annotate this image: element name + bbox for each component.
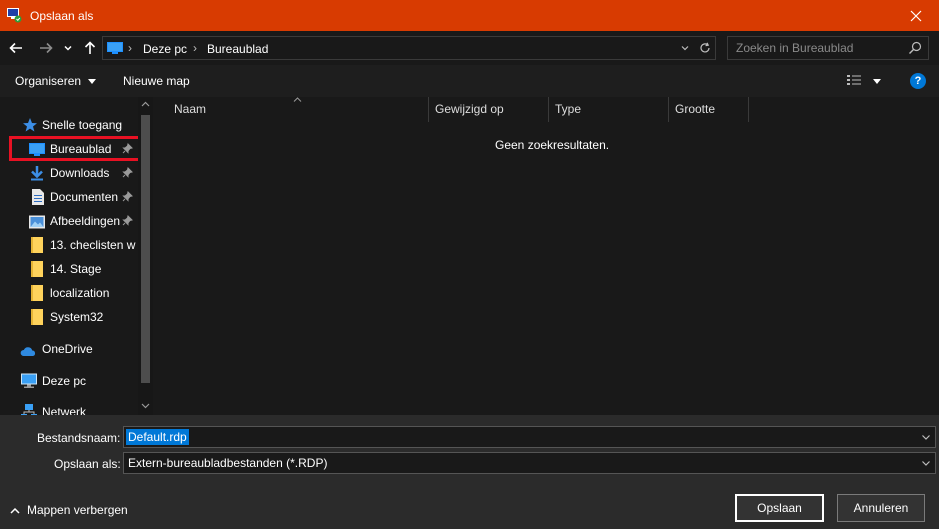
column-header-type[interactable]: Type [549, 97, 669, 122]
save-options-panel: Bestandsnaam: Default.rdp Opslaan als: E… [0, 415, 939, 529]
sidebar-item-quick-access[interactable]: Snelle toegang [0, 114, 138, 136]
hide-folders-button[interactable]: Mappen verbergen [10, 503, 128, 517]
empty-message: Geen zoekresultaten. [495, 138, 610, 152]
search-input[interactable] [728, 37, 908, 59]
filename-field[interactable]: Default.rdp [123, 426, 936, 448]
sidebar-scrollbar[interactable] [138, 97, 153, 415]
desktop-icon [107, 42, 123, 54]
folder-icon [31, 237, 43, 253]
chevron-down-icon [922, 461, 930, 466]
save-as-type-select[interactable]: Extern-bureaubladbestanden (*.RDP) [123, 452, 936, 474]
window-title: Opslaan als [30, 9, 94, 23]
remote-desktop-icon [7, 8, 22, 23]
sidebar-item-folder[interactable]: localization [0, 282, 138, 304]
organize-button[interactable]: Organiseren [15, 74, 97, 88]
folder-icon [31, 261, 43, 277]
star-icon [23, 118, 37, 132]
title-bar: Opslaan als [0, 0, 939, 31]
pin-icon [122, 191, 133, 202]
search-box[interactable] [727, 36, 929, 60]
arrow-up-icon [84, 41, 96, 54]
caret-down-icon [88, 78, 97, 84]
help-button[interactable]: ? [910, 73, 926, 89]
forward-button[interactable] [36, 38, 56, 58]
chevron-down-icon [64, 45, 72, 51]
cancel-button[interactable]: Annuleren [837, 494, 925, 522]
details-view-icon [847, 75, 861, 85]
filename-input[interactable]: Default.rdp [126, 429, 189, 445]
save-as-type-value: Extern-bureaubladbestanden (*.RDP) [128, 456, 328, 470]
sidebar-item-label: Documenten [50, 190, 119, 204]
refresh-button[interactable] [697, 40, 713, 56]
document-icon [32, 189, 44, 205]
computer-icon [21, 373, 37, 388]
refresh-icon [700, 42, 710, 53]
sidebar-item-label: Netwerk [42, 405, 87, 415]
arrow-left-icon [9, 42, 22, 54]
command-bar: Organiseren Nieuwe map ? [0, 65, 939, 97]
annotation-highlight-box [9, 136, 141, 161]
chevron-down-icon [141, 403, 150, 409]
download-icon [31, 166, 43, 181]
address-dropdown-button[interactable] [677, 40, 693, 56]
navigation-bar: › Deze pc › Bureaublad [0, 31, 939, 65]
chevron-down-icon [681, 46, 689, 51]
column-header-modified[interactable]: Gewijzigd op [429, 97, 549, 122]
breadcrumb-separator: › [193, 41, 197, 55]
breadcrumb-this-pc[interactable]: Deze pc [143, 42, 187, 56]
network-icon [21, 404, 37, 415]
sidebar-item-label: 14. Stage [50, 262, 102, 276]
address-bar[interactable]: › Deze pc › Bureaublad [102, 36, 716, 60]
folder-icon [31, 309, 43, 325]
caret-down-icon [873, 79, 881, 84]
scrollbar-thumb[interactable] [141, 115, 150, 383]
folder-icon [31, 285, 43, 301]
new-folder-button[interactable]: Nieuwe map [123, 74, 190, 88]
chevron-up-icon [141, 101, 150, 107]
sidebar-item-label: Afbeeldingen [50, 214, 121, 228]
close-button[interactable] [893, 0, 939, 31]
breadcrumb-desktop[interactable]: Bureaublad [207, 42, 268, 56]
sidebar-item-documents[interactable]: Documenten [0, 186, 138, 208]
hide-folders-label: Mappen verbergen [27, 503, 128, 517]
save-button[interactable]: Opslaan [735, 494, 824, 522]
sidebar-item-folder[interactable]: 13. checlisten w [0, 234, 138, 256]
sidebar-item-label: OneDrive [42, 342, 93, 356]
sidebar-item-label: Downloads [50, 166, 110, 180]
back-button[interactable] [6, 38, 26, 58]
sidebar-item-label: Snelle toegang [42, 118, 123, 132]
up-button[interactable] [80, 38, 100, 58]
filename-label: Bestandsnaam: [37, 431, 121, 445]
column-header-size[interactable]: Grootte [669, 97, 749, 122]
file-list[interactable]: Naam Gewijzigd op Type Grootte Geen zoek… [157, 97, 939, 415]
navigation-pane: Snelle toegang Bureaublad Downloads Docu [0, 97, 153, 415]
recent-locations-button[interactable] [60, 38, 76, 58]
close-icon [910, 10, 922, 21]
sidebar-item-pictures[interactable]: Afbeeldingen [0, 210, 138, 232]
view-options-button[interactable] [846, 73, 886, 89]
sidebar-item-folder[interactable]: System32 [0, 306, 138, 328]
organize-label: Organiseren [15, 74, 82, 88]
sidebar-item-folder[interactable]: 14. Stage [0, 258, 138, 280]
pin-icon [122, 167, 133, 178]
pictures-icon [29, 215, 45, 229]
sidebar-item-label: System32 [50, 310, 104, 324]
search-icon [909, 41, 922, 54]
breadcrumb-separator: › [128, 41, 132, 55]
chevron-down-icon[interactable] [921, 432, 931, 442]
arrow-right-icon [40, 42, 53, 54]
chevron-up-icon [10, 507, 20, 514]
sidebar-item-label: 13. checlisten w [50, 238, 136, 252]
save-as-type-label: Opslaan als: [54, 457, 121, 471]
cloud-icon [20, 347, 36, 356]
sidebar-item-onedrive[interactable]: OneDrive [0, 338, 138, 360]
sidebar-item-network[interactable]: Netwerk [0, 401, 138, 415]
sidebar-item-label: localization [50, 286, 110, 300]
column-header-name[interactable]: Naam [168, 97, 429, 122]
sidebar-item-downloads[interactable]: Downloads [0, 162, 138, 184]
sidebar-item-label: Deze pc [42, 374, 87, 388]
pin-icon [122, 215, 133, 226]
sidebar-item-this-pc[interactable]: Deze pc [0, 370, 138, 392]
